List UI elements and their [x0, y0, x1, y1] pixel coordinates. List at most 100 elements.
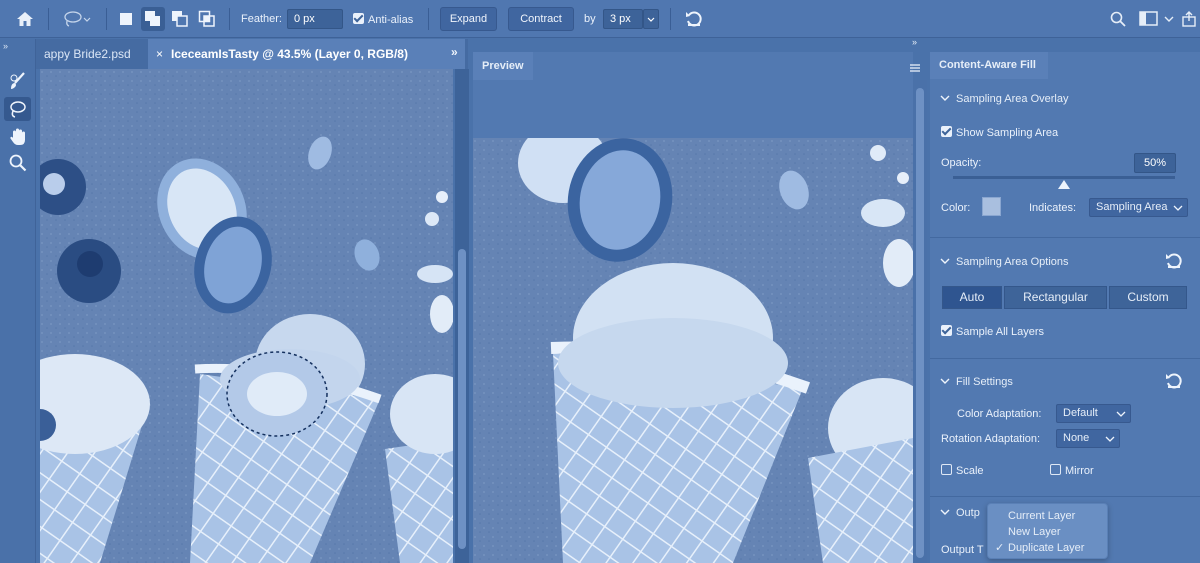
opacity-input[interactable]: 50%: [1134, 153, 1176, 173]
feather-label: Feather:: [241, 13, 282, 25]
preview-scrollbar[interactable]: [913, 80, 927, 563]
sampling-overlay-header[interactable]: Sampling Area Overlay: [940, 93, 1069, 105]
chevron-down-icon: [940, 95, 950, 101]
intersect-selection-icon[interactable]: [197, 9, 217, 29]
output-header[interactable]: Outp: [940, 507, 980, 519]
mode-custom-button[interactable]: Custom: [1109, 286, 1187, 309]
check-icon: [941, 325, 952, 336]
tab-label: appy Bride2.psd: [44, 47, 131, 61]
expand-button[interactable]: Expand: [440, 7, 497, 31]
section-divider: [930, 358, 1200, 359]
canvas-image: [40, 69, 453, 563]
panel-title: Content-Aware Fill: [930, 52, 1048, 79]
mode-auto-button[interactable]: Auto: [942, 286, 1002, 309]
menu-item-label: Current Layer: [1008, 510, 1076, 522]
output-to-menu: Current Layer New Layer ✓ Duplicate Layer: [987, 503, 1108, 559]
chevron-down-icon: [1105, 436, 1115, 442]
document-tabbar: appy Bride2.psd × IceceamIsTasty @ 43.5% …: [36, 39, 468, 69]
reset-icon[interactable]: [1164, 251, 1184, 276]
indicates-dropdown[interactable]: Sampling Area: [1089, 198, 1188, 217]
indicates-value: Sampling Area: [1096, 201, 1168, 213]
chevron-down-icon: [647, 17, 655, 22]
sampling-options-header[interactable]: Sampling Area Options: [940, 256, 1069, 268]
section-divider: [930, 496, 1200, 497]
section-title: Fill Settings: [956, 376, 1013, 388]
preview-tab-label: Preview: [482, 60, 524, 72]
by-dropdown[interactable]: [643, 9, 659, 29]
panel-collapse-icon[interactable]: »: [451, 45, 458, 59]
chevron-down-icon: [1173, 205, 1183, 211]
mirror-checkbox[interactable]: Mirror: [1050, 464, 1094, 477]
workspace-chevron-icon[interactable]: [1162, 10, 1176, 28]
show-sampling-checkbox[interactable]: Show Sampling Area: [941, 126, 1058, 139]
reset-icon[interactable]: [1164, 371, 1184, 396]
mode-rectangular-button[interactable]: Rectangular: [1004, 286, 1107, 309]
color-adaptation-value: Default: [1063, 407, 1098, 419]
rotation-adaptation-label: Rotation Adaptation:: [941, 433, 1041, 445]
home-icon[interactable]: [12, 8, 38, 30]
color-label: Color:: [941, 202, 971, 214]
check-icon: [941, 126, 952, 137]
section-title: Sampling Area Options: [956, 256, 1069, 268]
reset-icon[interactable]: [682, 8, 706, 30]
chevron-down-icon: [940, 258, 950, 264]
collapse-arrows-icon[interactable]: »: [3, 41, 8, 51]
tab-icecream[interactable]: × IceceamIsTasty @ 43.5% (Layer 0, RGB/8): [148, 39, 465, 69]
menu-item-current-layer[interactable]: Current Layer: [988, 508, 1107, 524]
rotation-adaptation-dropdown[interactable]: None: [1056, 429, 1120, 448]
panel-collapse-right-icon[interactable]: »: [912, 37, 917, 47]
color-adaptation-dropdown[interactable]: Default: [1056, 404, 1131, 423]
menu-item-duplicate-layer[interactable]: ✓ Duplicate Layer: [988, 540, 1107, 556]
menu-item-label: Duplicate Layer: [1008, 542, 1085, 554]
brush-tool-icon[interactable]: [4, 69, 31, 93]
by-input[interactable]: 3 px: [603, 9, 643, 29]
preview-image: [473, 138, 913, 563]
document-canvas[interactable]: [40, 69, 453, 563]
preview-tab[interactable]: Preview: [473, 52, 533, 80]
workspace-icon[interactable]: [1137, 9, 1161, 29]
scale-checkbox[interactable]: Scale: [941, 464, 984, 477]
opacity-slider[interactable]: [953, 176, 1175, 179]
tab-close-icon[interactable]: ×: [156, 47, 163, 61]
options-bar: Feather: 0 px Anti-alias Expand Contract…: [0, 0, 1200, 38]
preview-menu-icon[interactable]: [910, 60, 920, 72]
add-to-selection-icon[interactable]: [141, 7, 165, 31]
preview-canvas[interactable]: [473, 138, 913, 563]
antialias-label: Anti-alias: [368, 14, 414, 26]
lasso-preset-icon[interactable]: [58, 8, 94, 30]
tools-panel: »: [0, 39, 36, 563]
section-divider: [930, 237, 1200, 238]
checkbox-icon: [941, 464, 952, 475]
tab-label: IceceamIsTasty @ 43.5% (Layer 0, RGB/8): [171, 47, 408, 61]
chevron-down-icon: [940, 509, 950, 515]
canvas-scrollbar[interactable]: [455, 69, 469, 563]
contract-button[interactable]: Contract: [508, 7, 574, 31]
chevron-down-icon: [1116, 411, 1126, 417]
feather-input[interactable]: 0 px: [287, 9, 343, 29]
zoom-tool-icon[interactable]: [4, 151, 31, 175]
color-adaptation-label: Color Adaptation:: [957, 408, 1042, 420]
output-to-label: Output T: [941, 544, 984, 556]
rotation-adaptation-value: None: [1063, 432, 1090, 444]
fill-settings-header[interactable]: Fill Settings: [940, 376, 1013, 388]
share-icon[interactable]: [1180, 9, 1198, 29]
menu-item-new-layer[interactable]: New Layer: [988, 524, 1107, 540]
search-icon[interactable]: [1108, 9, 1128, 29]
tab-happy-bride[interactable]: appy Bride2.psd: [36, 39, 148, 69]
lasso-tool-icon[interactable]: [4, 97, 31, 121]
sample-all-layers-checkbox[interactable]: Sample All Layers: [941, 325, 1044, 338]
subtract-from-selection-icon[interactable]: [170, 9, 190, 29]
mirror-label: Mirror: [1065, 465, 1094, 477]
by-label: by: [584, 13, 596, 25]
show-sampling-label: Show Sampling Area: [956, 127, 1059, 139]
scale-label: Scale: [956, 465, 984, 477]
antialias-checkbox[interactable]: Anti-alias: [353, 13, 413, 26]
checkmark-icon: ✓: [995, 542, 1005, 554]
new-selection-icon[interactable]: [116, 9, 136, 29]
section-title: Outp: [956, 507, 980, 519]
opacity-slider-thumb[interactable]: [1058, 180, 1070, 189]
checkbox-icon: [1050, 464, 1061, 475]
hand-tool-icon[interactable]: [4, 125, 31, 149]
color-swatch[interactable]: [982, 197, 1001, 216]
chevron-down-icon: [940, 378, 950, 384]
